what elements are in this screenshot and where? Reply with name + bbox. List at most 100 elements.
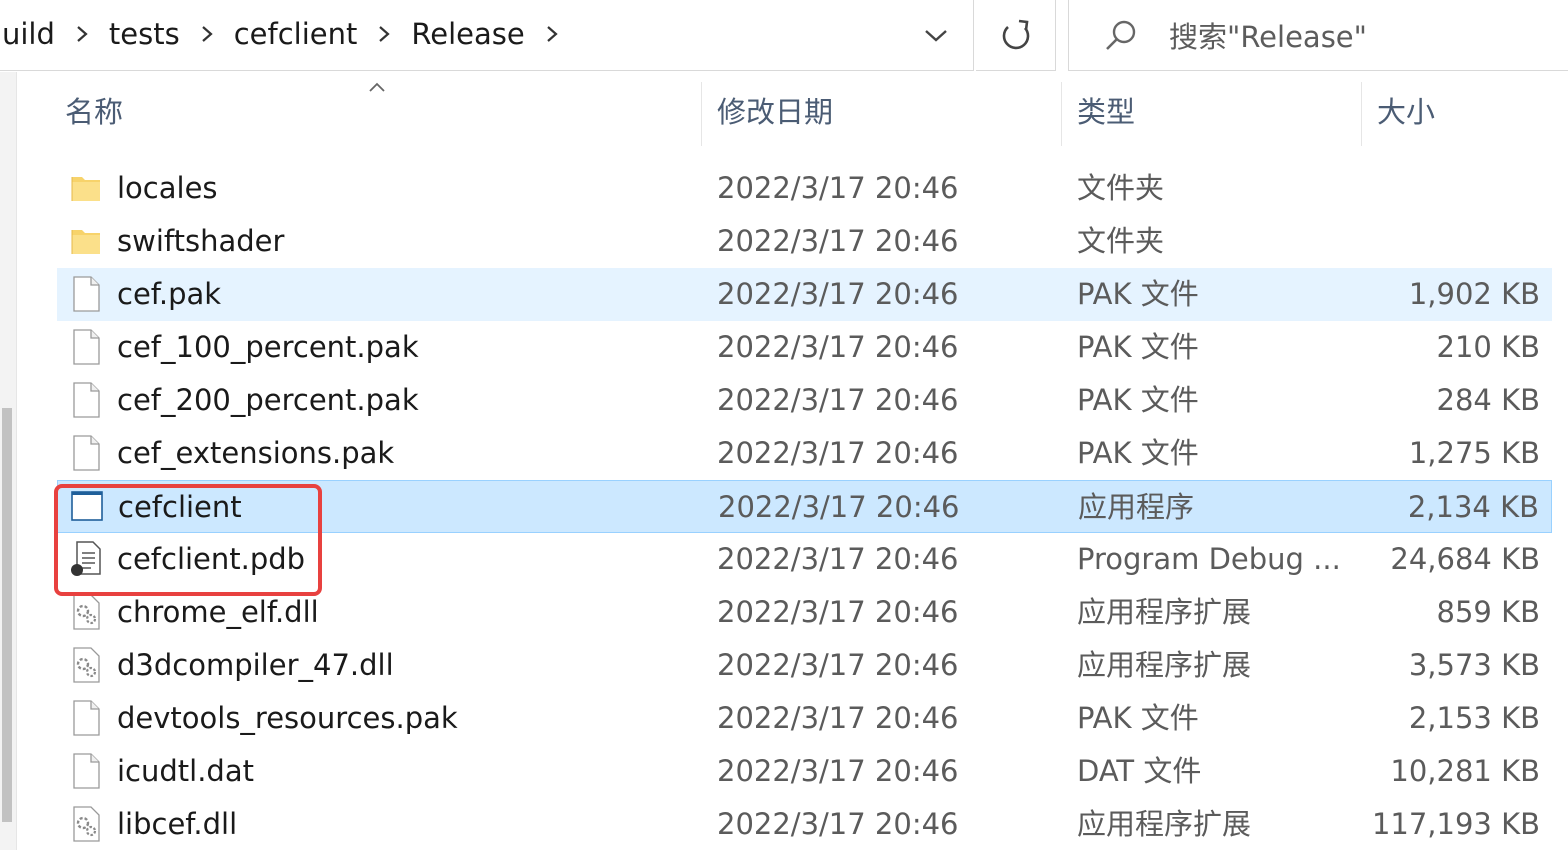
file-icon bbox=[69, 752, 103, 790]
file-row[interactable]: locales 2022/3/17 20:46 文件夹 bbox=[57, 162, 1552, 215]
file-row[interactable]: cef_extensions.pak 2022/3/17 20:46 PAK 文件 1… bbox=[57, 427, 1552, 480]
file-row[interactable]: libcef.dll 2022/3/17 20:46 应用程序扩展 117,193 K… bbox=[57, 798, 1552, 851]
column-header-size[interactable]: 大小 bbox=[1377, 74, 1567, 146]
folder-icon bbox=[69, 169, 103, 207]
file-name: icudtl.dat bbox=[117, 754, 254, 788]
file-icon bbox=[69, 381, 103, 419]
file-date-modified: 2022/3/17 20:46 bbox=[717, 330, 959, 364]
file-row[interactable]: cef_100_percent.pak 2022/3/17 20:46 PAK 文件… bbox=[57, 321, 1552, 374]
chevron-right-icon[interactable] bbox=[361, 14, 407, 54]
file-row[interactable]: cef.pak 2022/3/17 20:46 PAK 文件 1,902 KB bbox=[57, 268, 1552, 321]
file-date-modified: 2022/3/17 20:46 bbox=[717, 277, 959, 311]
file-row[interactable]: chrome_elf.dll 2022/3/17 20:46 应用程序扩展 859 K… bbox=[57, 586, 1552, 639]
file-name: cef_100_percent.pak bbox=[117, 330, 419, 364]
file-name: swiftshader bbox=[117, 224, 285, 258]
file-type: PAK 文件 bbox=[1077, 701, 1199, 735]
file-name: libcef.dll bbox=[117, 807, 238, 841]
file-date-modified: 2022/3/17 20:46 bbox=[717, 807, 959, 841]
breadcrumb-item-cefclient[interactable]: cefclient bbox=[230, 17, 362, 51]
file-name: cefclient bbox=[118, 490, 242, 524]
pane-divider bbox=[16, 72, 17, 850]
file-type: PAK 文件 bbox=[1077, 330, 1199, 364]
file-type: 文件夹 bbox=[1077, 224, 1165, 258]
search-placeholder: 搜索"Release" bbox=[1169, 20, 1367, 54]
refresh-icon bbox=[1002, 19, 1029, 50]
file-name: chrome_elf.dll bbox=[117, 595, 319, 629]
file-name: cefclient.pdb bbox=[117, 542, 306, 576]
file-icon bbox=[69, 434, 103, 472]
address-bar-area: uild tests cefclient Release 搜索"Release" bbox=[0, 0, 1568, 72]
file-icon bbox=[69, 275, 103, 313]
search-icon bbox=[1106, 20, 1136, 50]
file-icon bbox=[69, 699, 103, 737]
file-date-modified: 2022/3/17 20:46 bbox=[717, 595, 959, 629]
chevron-down-icon bbox=[925, 30, 947, 42]
file-name: cef_extensions.pak bbox=[117, 436, 395, 470]
dll-icon bbox=[69, 593, 103, 631]
file-size: 1,275 KB bbox=[1408, 436, 1540, 470]
file-type: PAK 文件 bbox=[1077, 436, 1199, 470]
breadcrumb-item-tests[interactable]: tests bbox=[105, 17, 184, 51]
column-header-name[interactable]: 名称 bbox=[65, 74, 705, 146]
file-name: cef_200_percent.pak bbox=[117, 383, 419, 417]
file-date-modified: 2022/3/17 20:46 bbox=[717, 436, 959, 470]
file-type: 文件夹 bbox=[1077, 171, 1165, 205]
file-type: 应用程序扩展 bbox=[1077, 595, 1252, 629]
scrollbar-thumb[interactable] bbox=[2, 408, 12, 822]
folder-icon bbox=[69, 222, 103, 260]
column-header-row: 名称 修改日期 类型 大小 bbox=[17, 74, 1568, 146]
file-name: locales bbox=[117, 171, 218, 205]
file-row[interactable]: cefclient.pdb 2022/3/17 20:46 Program Debu… bbox=[57, 533, 1552, 586]
file-size: 2,153 KB bbox=[1408, 701, 1540, 735]
dll-icon bbox=[69, 805, 103, 843]
file-date-modified: 2022/3/17 20:46 bbox=[717, 224, 959, 258]
breadcrumb-item-build[interactable]: uild bbox=[0, 17, 59, 51]
address-bar[interactable]: uild tests cefclient Release bbox=[0, 0, 974, 71]
column-divider[interactable] bbox=[1061, 82, 1062, 146]
app-icon bbox=[70, 488, 104, 526]
file-type: DAT 文件 bbox=[1077, 754, 1202, 788]
file-date-modified: 2022/3/17 20:46 bbox=[717, 383, 959, 417]
refresh-button[interactable] bbox=[976, 0, 1056, 71]
file-row[interactable]: devtools_resources.pak 2022/3/17 20:46 PAK… bbox=[57, 692, 1552, 745]
file-date-modified: 2022/3/17 20:46 bbox=[717, 701, 959, 735]
breadcrumb-item-release[interactable]: Release bbox=[407, 17, 528, 51]
file-icon bbox=[69, 328, 103, 366]
file-row[interactable]: cef_200_percent.pak 2022/3/17 20:46 PAK 文件… bbox=[57, 374, 1552, 427]
file-size: 10,281 KB bbox=[1390, 754, 1540, 788]
column-divider[interactable] bbox=[701, 82, 702, 146]
file-type: PAK 文件 bbox=[1077, 277, 1199, 311]
search-input[interactable]: 搜索"Release" bbox=[1068, 0, 1568, 71]
file-date-modified: 2022/3/17 20:46 bbox=[717, 171, 959, 205]
address-history-dropdown[interactable] bbox=[916, 22, 956, 50]
file-type: 应用程序 bbox=[1078, 490, 1195, 524]
file-name: d3dcompiler_47.dll bbox=[117, 648, 394, 682]
file-row[interactable]: d3dcompiler_47.dll 2022/3/17 20:46 应用程序扩展 3… bbox=[57, 639, 1552, 692]
file-size: 859 KB bbox=[1436, 595, 1540, 629]
file-date-modified: 2022/3/17 20:46 bbox=[717, 648, 959, 682]
file-type: PAK 文件 bbox=[1077, 383, 1199, 417]
chevron-right-icon[interactable] bbox=[59, 14, 105, 54]
file-row[interactable]: swiftshader 2022/3/17 20:46 文件夹 bbox=[57, 215, 1552, 268]
file-size: 3,573 KB bbox=[1408, 648, 1540, 682]
chevron-right-icon[interactable] bbox=[529, 14, 575, 54]
column-divider[interactable] bbox=[1361, 82, 1362, 146]
file-type: 应用程序扩展 bbox=[1077, 648, 1252, 682]
file-size: 1,902 KB bbox=[1408, 277, 1540, 311]
navigation-pane-scrollbar[interactable] bbox=[0, 72, 16, 850]
file-name: cef.pak bbox=[117, 277, 222, 311]
file-name: devtools_resources.pak bbox=[117, 701, 458, 735]
file-size: 2,134 KB bbox=[1407, 490, 1539, 524]
file-row[interactable]: icudtl.dat 2022/3/17 20:46 DAT 文件 10,281 KB bbox=[57, 745, 1552, 798]
pdb-icon bbox=[69, 540, 103, 578]
file-date-modified: 2022/3/17 20:46 bbox=[718, 490, 960, 524]
file-size: 117,193 KB bbox=[1371, 807, 1540, 841]
file-row[interactable]: cefclient 2022/3/17 20:46 应用程序 2,134 KB bbox=[57, 480, 1552, 533]
column-header-type[interactable]: 类型 bbox=[1077, 74, 1367, 146]
chevron-right-icon[interactable] bbox=[184, 14, 230, 54]
file-size: 24,684 KB bbox=[1390, 542, 1540, 576]
file-date-modified: 2022/3/17 20:46 bbox=[717, 542, 959, 576]
column-header-date[interactable]: 修改日期 bbox=[717, 74, 1063, 146]
file-type: Program Debug ... bbox=[1077, 542, 1341, 576]
breadcrumb: uild tests cefclient Release bbox=[0, 14, 575, 54]
